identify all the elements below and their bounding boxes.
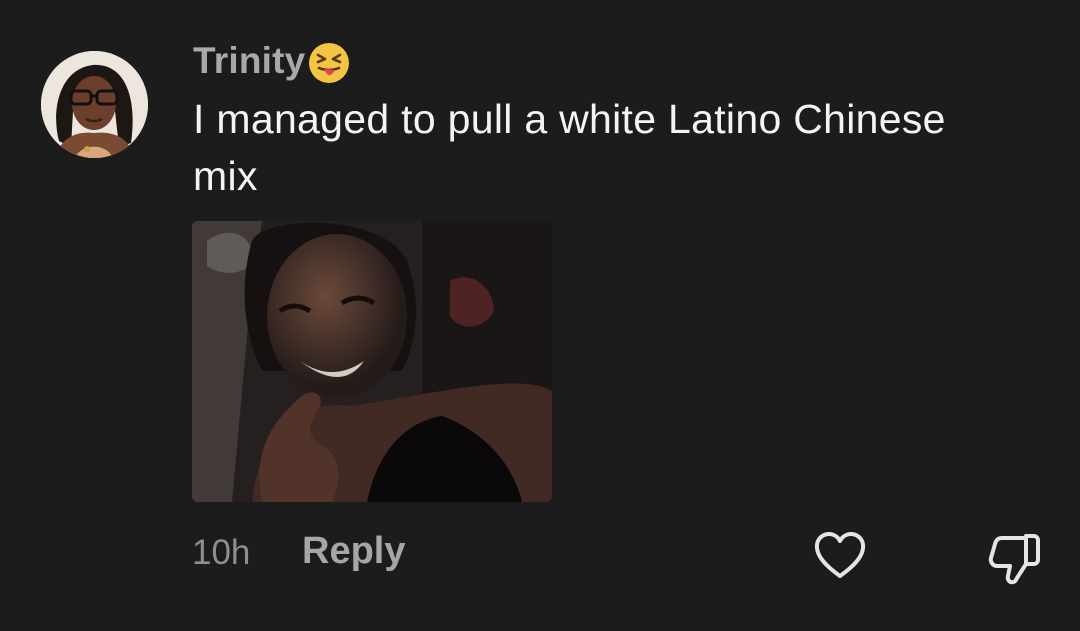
comment-item: Trinity I managed to pull a white Latino… (0, 0, 1080, 631)
heart-icon[interactable] (812, 530, 868, 582)
thumbs-down-icon[interactable] (986, 530, 1042, 586)
attached-photo[interactable] (192, 221, 552, 502)
timestamp: 10h (192, 533, 251, 572)
squinting-tongue-emoji-icon (309, 43, 350, 83)
reply-button[interactable]: Reply (302, 530, 405, 573)
username[interactable]: Trinity (193, 40, 305, 82)
username-row: Trinity (193, 38, 351, 84)
user-avatar[interactable] (41, 51, 148, 158)
comment-text: I managed to pull a white Latino Chinese… (193, 96, 946, 199)
